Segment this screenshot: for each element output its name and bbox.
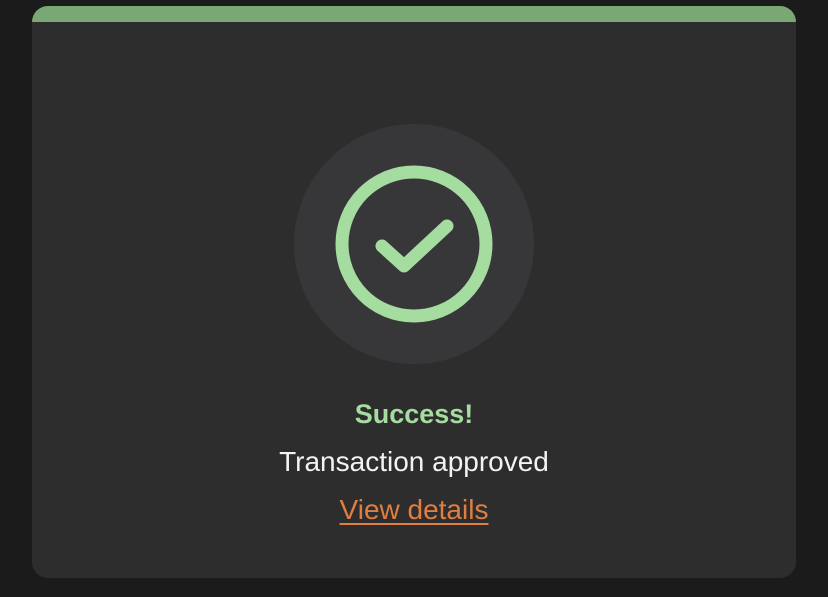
check-circle-icon [335, 165, 493, 323]
status-message: Transaction approved [279, 446, 549, 477]
status-icon-badge [294, 124, 534, 364]
view-details-link[interactable]: View details [340, 493, 489, 527]
status-card: Success! Transaction approved View detai… [32, 6, 796, 578]
card-accent-bar [32, 6, 796, 22]
status-title: Success! [354, 399, 474, 429]
status-text-block: Success! Transaction approved View detai… [32, 398, 796, 527]
